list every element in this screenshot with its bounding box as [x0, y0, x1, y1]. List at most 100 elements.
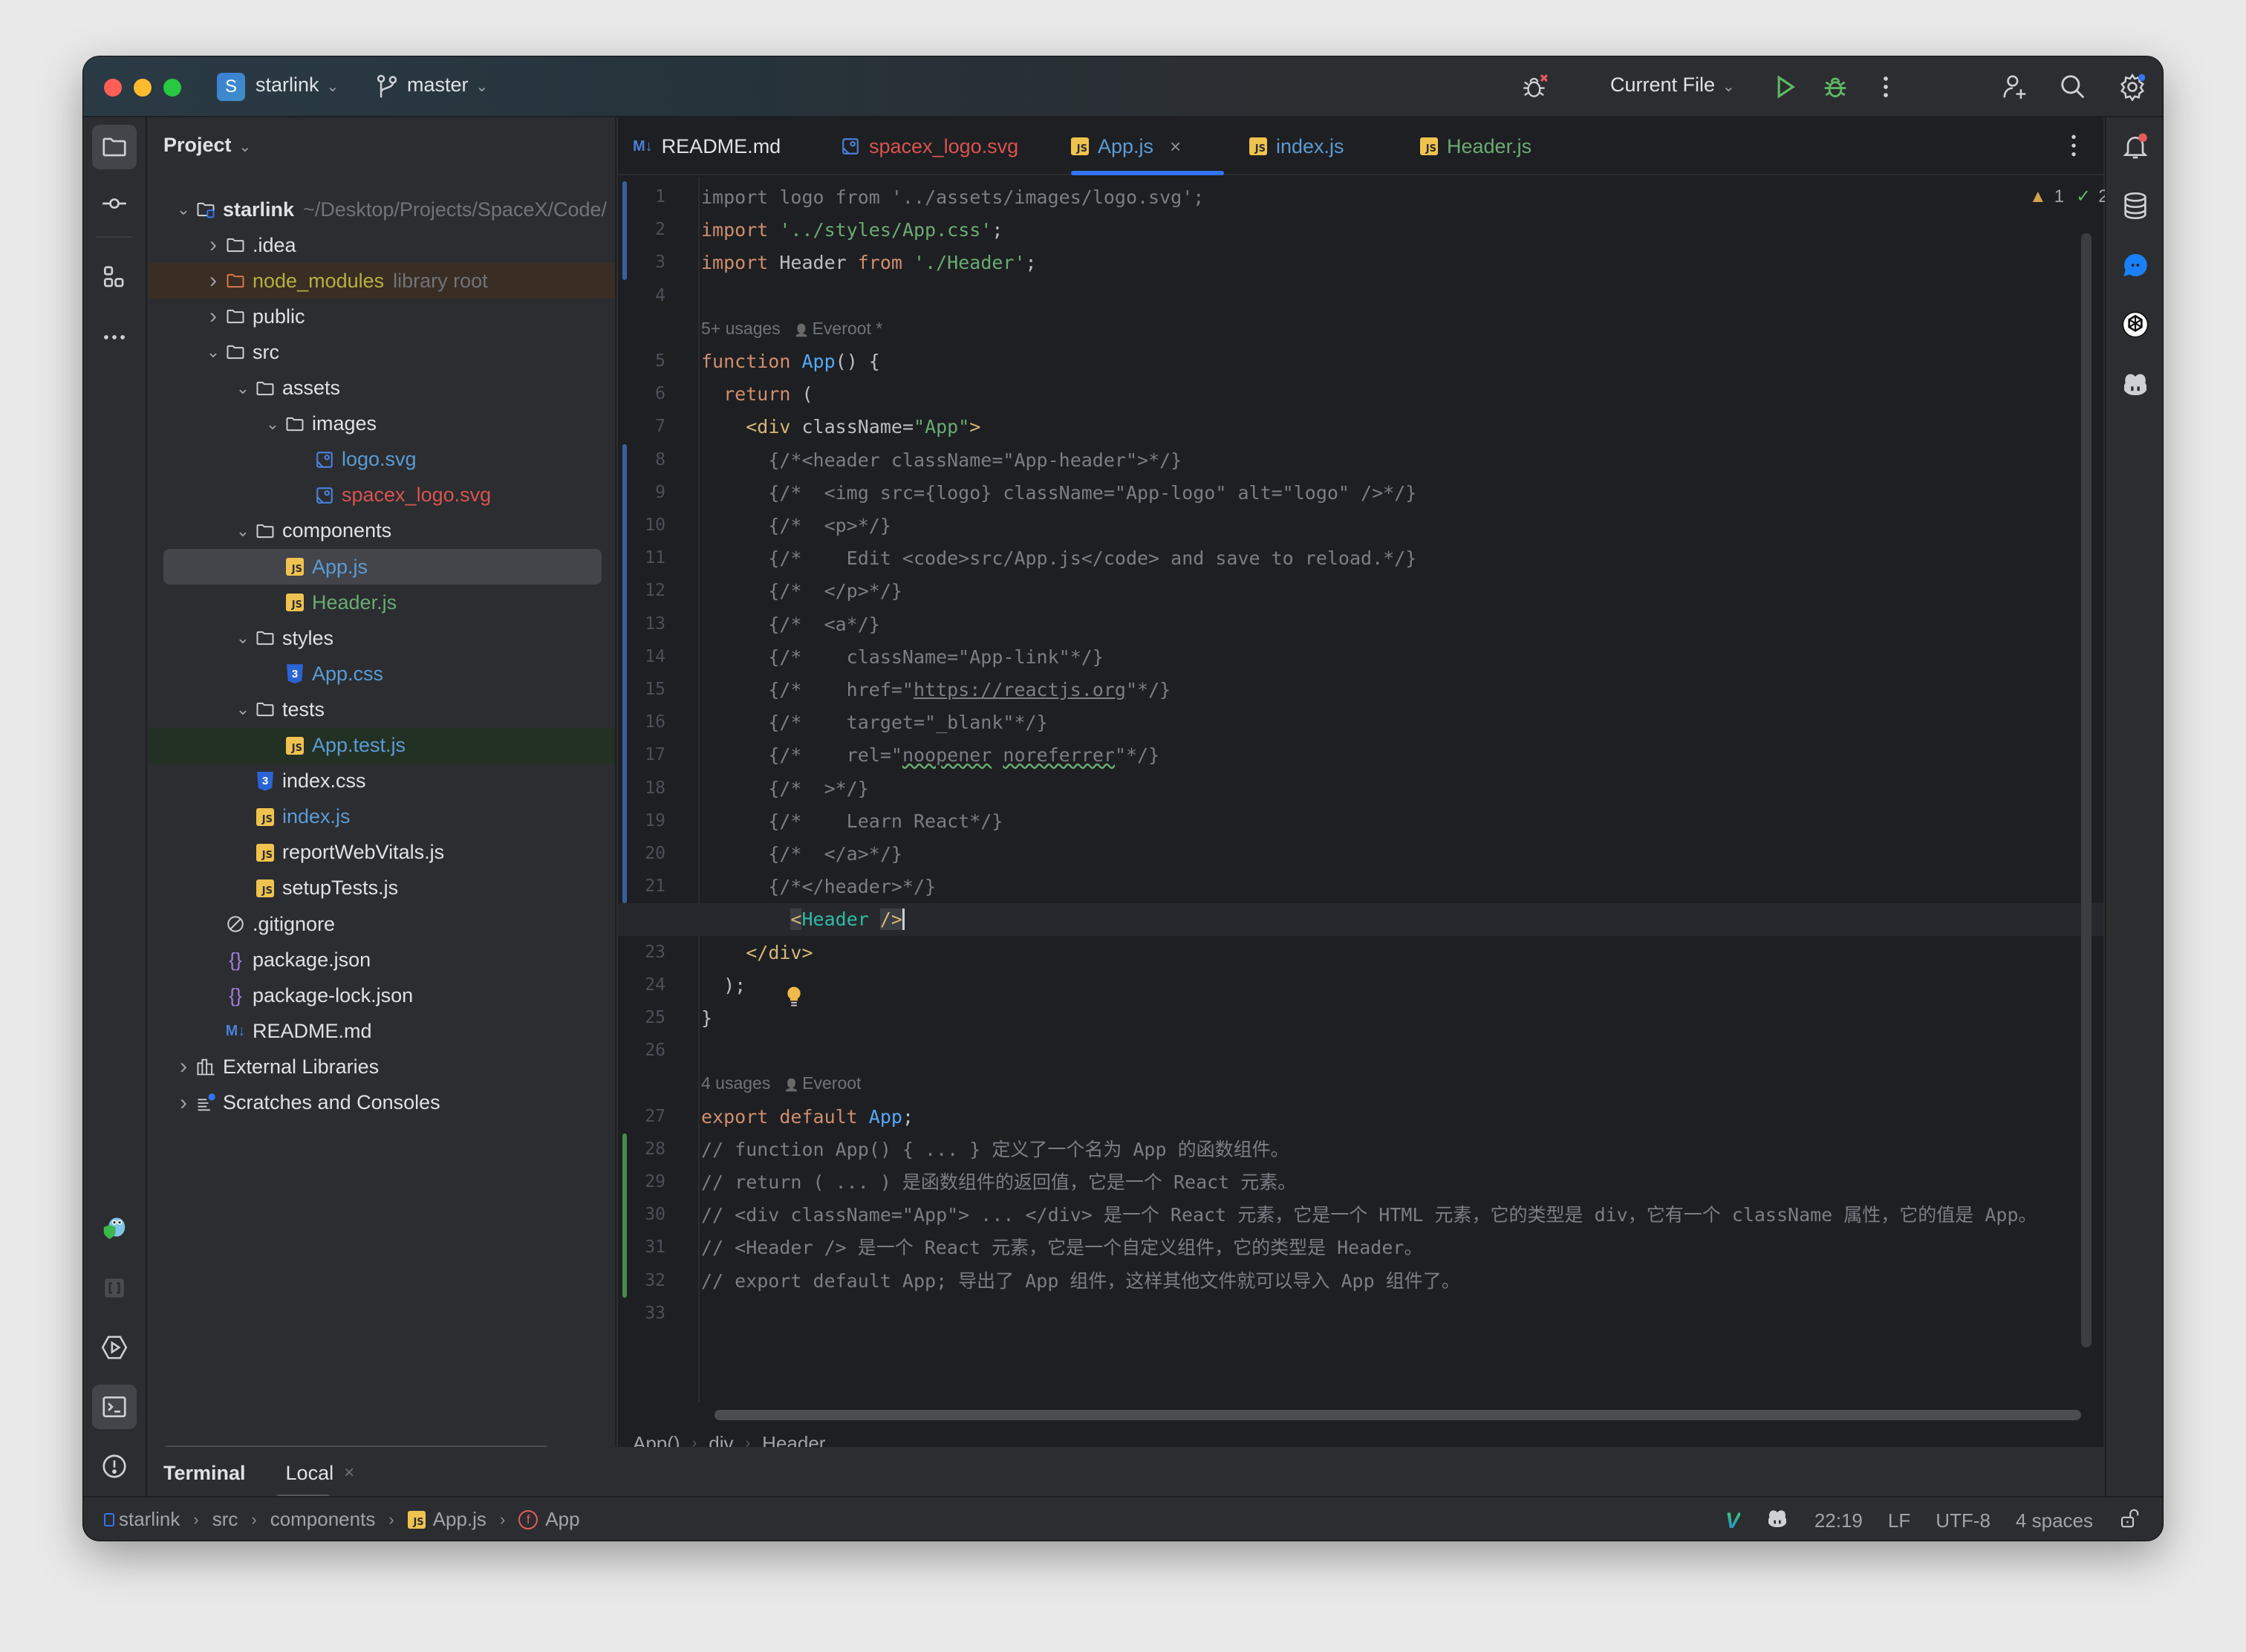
tab-index-js[interactable]: JS index.js — [1249, 117, 1344, 175]
chevron-down-icon[interactable]: ⌄ — [233, 628, 253, 648]
project-badge[interactable]: S — [217, 73, 245, 101]
cursor-position[interactable]: 22:19 — [1814, 1509, 1863, 1532]
author-name[interactable]: Everoot — [802, 1073, 861, 1093]
code-line[interactable]: {/*</header>*/} — [701, 871, 936, 903]
json-icon[interactable] — [92, 1266, 137, 1310]
problems-icon[interactable] — [92, 1444, 137, 1489]
tree-item[interactable]: JS App.js — [149, 549, 615, 585]
code-line[interactable]: {/* <img src={logo} className="App-logo"… — [701, 477, 1416, 510]
tree-item[interactable]: ⌄ styles — [149, 620, 615, 656]
tabs-more-icon[interactable] — [2059, 131, 2089, 160]
status-path-item[interactable]: starlink — [119, 1508, 180, 1531]
terminal-icon[interactable] — [92, 1385, 137, 1429]
code-line[interactable]: // function App() { ... } 定义了一个名为 App 的函… — [701, 1134, 1289, 1166]
services-icon[interactable] — [92, 1325, 137, 1370]
terminal-tab-local[interactable]: Local — [286, 1462, 334, 1485]
code-line[interactable]: import logo from '../assets/images/logo.… — [701, 181, 1204, 214]
status-path-item[interactable]: components — [270, 1508, 376, 1531]
tree-item[interactable]: › Scratches and Consoles — [149, 1085, 615, 1121]
tree-item[interactable]: ⌄ starlink ~/Desktop/Projects/SpaceX/Code/ — [149, 192, 615, 227]
code-line[interactable]: {/* <p>*/} — [701, 510, 891, 542]
code-line[interactable]: {/* <a*/} — [701, 608, 880, 641]
lightbulb-icon[interactable] — [783, 985, 805, 1011]
code-line[interactable]: // return ( ... ) 是函数组件的返回值，它是一个 React 元… — [701, 1166, 1296, 1199]
editor-horizontal-scrollbar[interactable] — [715, 1410, 2081, 1420]
chevron-down-icon[interactable]: ⌄ — [174, 200, 193, 219]
usages-link[interactable]: 4 usages — [701, 1073, 770, 1093]
tree-item[interactable]: JS index.js — [149, 799, 615, 835]
chevron-right-icon[interactable]: › — [174, 1054, 193, 1079]
code-line[interactable]: {/* >*/} — [701, 773, 868, 805]
tree-item[interactable]: JS Header.js — [149, 585, 615, 620]
code-line[interactable]: </div> — [701, 937, 813, 969]
code-line[interactable]: function App() { — [701, 345, 880, 378]
tab-spacex-logo-svg[interactable]: spacex_logo.svg — [841, 117, 1018, 175]
indent-setting[interactable]: 4 spaces — [2016, 1509, 2093, 1532]
tree-item[interactable]: › node_modules library root — [149, 263, 615, 299]
code-line[interactable]: export default App; — [701, 1101, 914, 1134]
tree-item[interactable]: {} package-lock.json — [149, 978, 615, 1013]
code-line[interactable]: {/*<header className="App-header">*/} — [701, 444, 1182, 477]
tree-item[interactable]: logo.svg — [149, 442, 615, 478]
code-line[interactable]: } — [701, 1002, 712, 1035]
tree-item[interactable]: .gitignore — [149, 906, 615, 942]
more-vertical-icon[interactable] — [1870, 71, 1901, 103]
code-line[interactable]: // export default App; 导出了 App 组件，这样其他文件… — [701, 1265, 1460, 1298]
minimize-window-button[interactable] — [134, 79, 152, 97]
chevron-down-icon[interactable]: ⌄ — [204, 342, 223, 362]
code-line[interactable]: {/* target="_blank"*/} — [701, 706, 1047, 739]
tree-item[interactable]: spacex_logo.svg — [149, 478, 615, 513]
tree-item[interactable]: › public — [149, 299, 615, 334]
chevron-down-icon[interactable]: ⌄ — [233, 379, 253, 398]
tree-item[interactable]: ⌄ src — [149, 334, 615, 370]
chevron-down-icon[interactable]: ⌄ — [233, 700, 253, 719]
status-path-item[interactable]: App.js — [433, 1508, 486, 1531]
code-line[interactable]: import Header from './Header'; — [701, 247, 1037, 279]
code-line[interactable]: // <div className="App"> ... </div> 是一个 … — [701, 1199, 2037, 1232]
add-user-icon[interactable] — [1999, 71, 2031, 103]
more-horizontal-icon[interactable] — [92, 315, 137, 360]
openai-icon[interactable] — [2118, 308, 2152, 342]
code-line[interactable]: {/* href="https://reactjs.org"*/} — [701, 674, 1171, 706]
project-selector[interactable]: starlink ⌄ — [255, 74, 339, 97]
run-config-selector[interactable]: Current File ⌄ — [1610, 74, 1735, 97]
unlock-icon[interactable] — [2118, 1507, 2141, 1535]
code-line[interactable]: // <Header /> 是一个 React 元素，它是一个自定义组件，它的类… — [701, 1232, 1422, 1264]
code-line[interactable]: {/* </a>*/} — [701, 838, 902, 871]
chevron-right-icon[interactable]: › — [204, 304, 223, 329]
debug-disabled-icon[interactable] — [1520, 71, 1551, 103]
maximize-window-button[interactable] — [163, 79, 181, 97]
code-line[interactable]: <div className="App"> — [701, 411, 980, 443]
tree-item[interactable]: ⌄ images — [149, 406, 615, 442]
search-icon[interactable] — [2057, 71, 2089, 103]
chevron-right-icon[interactable]: › — [204, 232, 223, 258]
usages-link[interactable]: 5+ usages — [701, 319, 781, 338]
author-name[interactable]: Everoot * — [813, 319, 883, 338]
chevron-down-icon[interactable]: ⌄ — [233, 521, 253, 541]
code-line[interactable]: {/* </p>*/} — [701, 575, 902, 608]
tab-header-js[interactable]: JS Header.js — [1420, 117, 1531, 175]
tree-item[interactable]: JS setupTests.js — [149, 871, 615, 906]
tab-close-icon[interactable]: × — [1170, 135, 1181, 158]
close-window-button[interactable] — [104, 79, 122, 97]
settings-icon[interactable] — [2117, 71, 2148, 103]
code-line[interactable]: {/* className="App-link"*/} — [701, 641, 1104, 674]
code-line[interactable]: return ( — [701, 378, 813, 411]
chevron-down-icon[interactable]: ⌄ — [263, 414, 282, 434]
commit-icon[interactable] — [92, 181, 137, 226]
gopher-plugin-icon[interactable] — [92, 1205, 137, 1249]
copilot-status-icon[interactable] — [1765, 1506, 1789, 1535]
tree-item[interactable]: {} package.json — [149, 942, 615, 978]
terminal-tab-close-icon[interactable]: × — [344, 1463, 354, 1483]
tree-item[interactable]: JS reportWebVitals.js — [149, 835, 615, 871]
code-line[interactable]: {/* Edit <code>src/App.js</code> and sav… — [701, 542, 1416, 575]
vcs-change-marker[interactable] — [622, 443, 627, 904]
project-folder-icon[interactable] — [92, 125, 137, 169]
code-line[interactable]: {/* rel="noopener noreferrer"*/} — [701, 739, 1159, 772]
code-line[interactable]: import '../styles/App.css'; — [701, 214, 1003, 247]
status-path-item[interactable]: src — [212, 1508, 238, 1531]
notifications-icon[interactable] — [2118, 129, 2152, 163]
run-icon[interactable] — [1769, 71, 1800, 103]
code-line[interactable]: {/* Learn React*/} — [701, 805, 1003, 838]
tree-item[interactable]: 3 App.css — [149, 656, 615, 692]
